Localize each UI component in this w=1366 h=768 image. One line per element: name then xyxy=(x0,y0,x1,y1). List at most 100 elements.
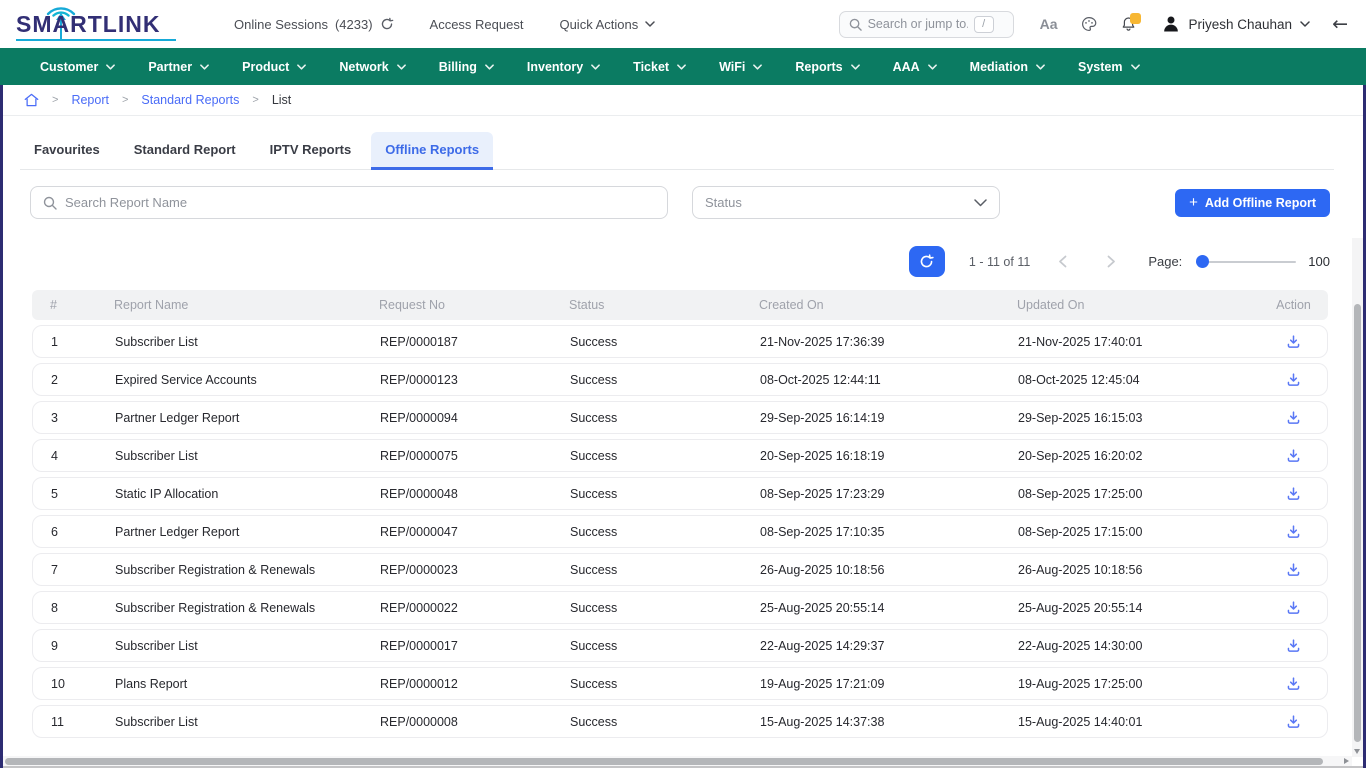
previous-page-icon[interactable] xyxy=(1058,255,1067,268)
tab-favourites[interactable]: Favourites xyxy=(20,132,114,170)
cell-request-no: REP/0000094 xyxy=(380,411,570,425)
cell-request-no: REP/0000123 xyxy=(380,373,570,387)
breadcrumb-link-report[interactable]: Report xyxy=(71,93,109,107)
refresh-icon xyxy=(919,254,934,269)
pagination-bar: 1 - 11 of 11 Page: 100 xyxy=(0,246,1330,277)
tab-standard-report[interactable]: Standard Report xyxy=(120,132,250,170)
chevron-down-icon xyxy=(591,64,600,70)
cell-report-name: Expired Service Accounts xyxy=(115,373,380,387)
download-report-button[interactable] xyxy=(1284,674,1303,693)
nav-item-customer[interactable]: Customer xyxy=(40,60,115,74)
cell-report-name: Static IP Allocation xyxy=(115,487,380,501)
nav-item-partner[interactable]: Partner xyxy=(148,60,209,74)
text-size-toggle[interactable]: Aa xyxy=(1040,16,1058,32)
cell-index: 10 xyxy=(51,677,115,691)
access-request-link[interactable]: Access Request xyxy=(430,17,524,32)
cell-updated-on: 26-Aug-2025 10:18:56 xyxy=(1018,563,1260,577)
cell-request-no: REP/0000017 xyxy=(380,639,570,653)
download-icon xyxy=(1286,372,1301,387)
cell-index: 3 xyxy=(51,411,115,425)
download-report-button[interactable] xyxy=(1284,408,1303,427)
nav-item-aaa[interactable]: AAA xyxy=(893,60,937,74)
scroll-right-arrow-icon[interactable] xyxy=(1344,758,1349,764)
nav-item-ticket[interactable]: Ticket xyxy=(633,60,686,74)
nav-item-reports[interactable]: Reports xyxy=(795,60,859,74)
vertical-scrollbar-thumb[interactable] xyxy=(1354,304,1361,742)
cell-request-no: REP/0000008 xyxy=(380,715,570,729)
vertical-scrollbar[interactable] xyxy=(1352,238,1363,757)
nav-item-product[interactable]: Product xyxy=(242,60,306,74)
col-header-created-on: Created On xyxy=(759,298,1017,312)
nav-item-network[interactable]: Network xyxy=(339,60,405,74)
smartlink-logo[interactable]: SMARTLINK xyxy=(14,4,184,44)
status-select[interactable]: Status xyxy=(692,186,1000,219)
table-row: 2 Expired Service Accounts REP/0000123 S… xyxy=(32,363,1328,396)
chevron-down-icon xyxy=(1036,64,1045,70)
nav-item-billing[interactable]: Billing xyxy=(439,60,494,74)
slider-thumb[interactable] xyxy=(1196,255,1209,268)
refresh-icon[interactable] xyxy=(380,17,394,31)
logo-text: SMARTLINK xyxy=(16,11,160,38)
report-search-input[interactable] xyxy=(65,195,655,210)
col-header-status: Status xyxy=(569,298,759,312)
theme-palette-icon[interactable] xyxy=(1080,15,1098,33)
report-search-box[interactable] xyxy=(30,186,668,219)
cell-updated-on: 15-Aug-2025 14:40:01 xyxy=(1018,715,1260,729)
download-report-button[interactable] xyxy=(1284,598,1303,617)
download-icon xyxy=(1286,562,1301,577)
download-report-button[interactable] xyxy=(1284,370,1303,389)
cell-index: 7 xyxy=(51,563,115,577)
global-search-input[interactable] xyxy=(868,17,968,31)
home-icon[interactable] xyxy=(24,93,39,107)
horizontal-scrollbar[interactable] xyxy=(3,756,1352,766)
scroll-down-arrow-icon[interactable] xyxy=(1354,749,1360,754)
cell-created-on: 29-Sep-2025 16:14:19 xyxy=(760,411,1018,425)
download-icon xyxy=(1286,600,1301,615)
page-slider[interactable] xyxy=(1196,255,1296,269)
cell-status: Success xyxy=(570,525,760,539)
download-report-button[interactable] xyxy=(1284,332,1303,351)
download-report-button[interactable] xyxy=(1284,522,1303,541)
user-name: Priyesh Chauhan xyxy=(1189,17,1293,32)
chevron-down-icon xyxy=(1131,64,1140,70)
table-row: 8 Subscriber Registration & Renewals REP… xyxy=(32,591,1328,624)
offline-reports-table: # Report Name Request No Status Created … xyxy=(32,290,1328,738)
global-search-box[interactable]: / xyxy=(839,11,1014,38)
page-label: Page: xyxy=(1148,254,1182,269)
download-report-button[interactable] xyxy=(1284,484,1303,503)
cell-created-on: 19-Aug-2025 17:21:09 xyxy=(760,677,1018,691)
cell-status: Success xyxy=(570,449,760,463)
refresh-table-button[interactable] xyxy=(909,246,945,277)
table-header-row: # Report Name Request No Status Created … xyxy=(32,290,1328,320)
add-offline-report-button[interactable]: + Add Offline Report xyxy=(1175,189,1330,217)
filter-row: Status + Add Offline Report xyxy=(30,186,1330,219)
cell-request-no: REP/0000047 xyxy=(380,525,570,539)
online-sessions[interactable]: Online Sessions (4233) xyxy=(234,17,394,32)
cell-report-name: Subscriber List xyxy=(115,715,380,729)
nav-item-wifi[interactable]: WiFi xyxy=(719,60,762,74)
cell-report-name: Subscriber Registration & Renewals xyxy=(115,563,380,577)
download-report-button[interactable] xyxy=(1284,712,1303,731)
chevron-down-icon xyxy=(928,64,937,70)
user-profile-menu[interactable]: Priyesh Chauhan xyxy=(1161,14,1311,34)
download-report-button[interactable] xyxy=(1284,636,1303,655)
nav-item-system[interactable]: System xyxy=(1078,60,1139,74)
nav-item-inventory[interactable]: Inventory xyxy=(527,60,600,74)
cell-status: Success xyxy=(570,677,760,691)
download-report-button[interactable] xyxy=(1284,446,1303,465)
cell-request-no: REP/0000022 xyxy=(380,601,570,615)
horizontal-scrollbar-thumb[interactable] xyxy=(5,758,1323,765)
tab-iptv-reports[interactable]: IPTV Reports xyxy=(256,132,366,170)
tab-offline-reports[interactable]: Offline Reports xyxy=(371,132,493,170)
breadcrumb-link-standard-reports[interactable]: Standard Reports xyxy=(141,93,239,107)
nav-item-mediation[interactable]: Mediation xyxy=(970,60,1045,74)
notifications-bell-icon[interactable] xyxy=(1120,15,1137,33)
cell-request-no: REP/0000048 xyxy=(380,487,570,501)
collapse-back-arrow[interactable]: ← xyxy=(1332,15,1348,34)
next-page-icon[interactable] xyxy=(1107,255,1116,268)
download-report-button[interactable] xyxy=(1284,560,1303,579)
quick-actions-menu[interactable]: Quick Actions xyxy=(559,17,655,32)
cell-report-name: Subscriber Registration & Renewals xyxy=(115,601,380,615)
status-select-value: Status xyxy=(705,195,742,210)
cell-created-on: 26-Aug-2025 10:18:56 xyxy=(760,563,1018,577)
